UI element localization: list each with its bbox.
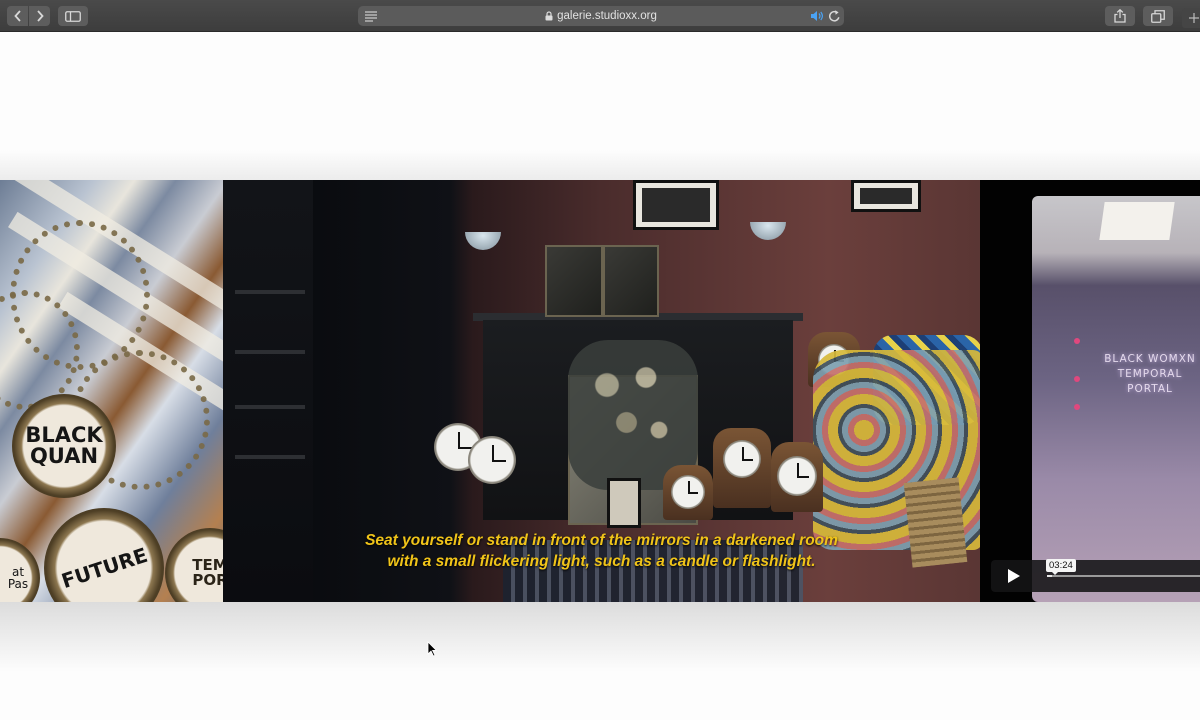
pink-light: [1074, 376, 1080, 382]
subtitle-line-2: with a small flickering light, such as a…: [387, 553, 816, 570]
portal-title-text: BLACK WOMXN TEMPORAL PORTAL: [1104, 353, 1196, 395]
new-tab-button[interactable]: [1182, 8, 1200, 28]
mirror: [545, 245, 603, 317]
pocket-watch: at Pas: [0, 538, 40, 602]
pink-light: [1074, 338, 1080, 344]
wall-picture: [633, 180, 719, 230]
address-bar[interactable]: galerie.studioxx.org: [358, 6, 844, 26]
bottom-shadow: [0, 602, 1200, 672]
show-tabs-button[interactable]: [1143, 6, 1173, 26]
chevron-left-icon: [13, 10, 21, 22]
play-icon: [1008, 569, 1020, 583]
video-subtitle: Seat yourself or stand in front of the m…: [223, 530, 980, 572]
video-preview-panel[interactable]: BLACK WOMXN TEMPORAL PORTAL 03:24: [980, 180, 1200, 602]
speaker-icon[interactable]: [810, 10, 824, 22]
video-frame: [1032, 196, 1200, 602]
mouse-cursor-icon: [427, 641, 437, 657]
plus-icon: [1189, 13, 1199, 23]
progress-fill: [1047, 575, 1052, 577]
sidebar-icon: [65, 10, 81, 22]
mantel-clock: [713, 428, 771, 508]
video-strip: BLACK QUAN FUTURE TEM POR at Pas Seat yo…: [0, 180, 1200, 602]
share-button[interactable]: [1105, 6, 1135, 26]
ceiling-light: [1099, 202, 1175, 240]
clock-face: [468, 436, 516, 484]
reload-icon[interactable]: [828, 9, 841, 23]
room-scene-panel: Seat yourself or stand in front of the m…: [223, 180, 980, 602]
tabs-icon: [1151, 9, 1165, 23]
collage-panel: BLACK QUAN FUTURE TEM POR at Pas: [0, 180, 223, 602]
watch-label: at Pas: [7, 565, 29, 591]
share-icon: [1114, 9, 1126, 23]
pocket-watch: BLACK QUAN: [12, 394, 116, 498]
subtitle-line-1: Seat yourself or stand in front of the m…: [365, 532, 838, 549]
photo-frame: [607, 478, 641, 528]
wall-sconce: [465, 232, 501, 250]
pocket-watch: FUTURE: [44, 508, 164, 602]
watch-label: BLACK QUAN: [25, 423, 103, 468]
watch-label: TEM POR: [192, 556, 223, 589]
url-display[interactable]: galerie.studioxx.org: [358, 6, 844, 26]
top-shadow: [0, 150, 1200, 180]
watch-label: FUTURE: [58, 542, 150, 594]
play-button[interactable]: [1005, 567, 1023, 585]
pocket-watch: TEM POR: [165, 528, 223, 602]
pink-light: [1074, 404, 1080, 410]
mirror: [603, 245, 659, 317]
sidebar-toggle-button[interactable]: [58, 6, 88, 26]
time-tooltip: 03:24: [1046, 559, 1076, 575]
browser-toolbar: galerie.studioxx.org: [0, 0, 1200, 32]
forward-button[interactable]: [29, 6, 50, 26]
wall-sconce: [750, 222, 786, 240]
mantel-clock: [771, 442, 823, 512]
chevron-right-icon: [36, 10, 44, 22]
back-button[interactable]: [7, 6, 28, 26]
url-text: galerie.studioxx.org: [557, 10, 657, 22]
progress-bar[interactable]: [1047, 575, 1200, 577]
video-player-controls[interactable]: [991, 560, 1200, 592]
page-content: BLACK QUAN FUTURE TEM POR at Pas Seat yo…: [0, 32, 1200, 720]
mantel-clock: [663, 465, 713, 520]
lock-icon: [545, 11, 553, 21]
wall-picture: [851, 180, 921, 212]
